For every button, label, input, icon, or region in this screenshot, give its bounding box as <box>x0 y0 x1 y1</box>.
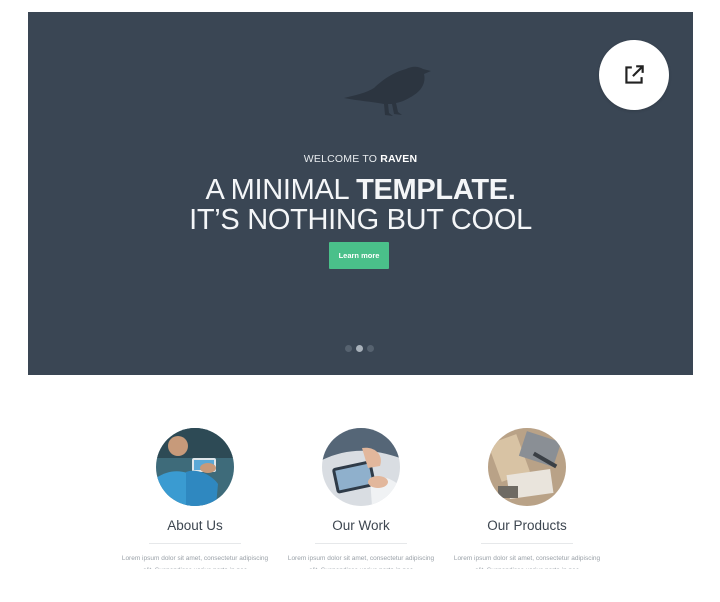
divider <box>315 543 407 544</box>
slide-dot-3[interactable] <box>367 345 374 352</box>
hero-headline: A MINIMAL TEMPLATE. IT’S NOTHING BUT COO… <box>28 175 693 235</box>
raven-logo-icon <box>344 66 431 116</box>
headline-bold: TEMPLATE. <box>356 174 516 206</box>
slider-pagination <box>345 345 374 352</box>
feature-title: Our Products <box>487 518 567 533</box>
slide-dot-1[interactable] <box>345 345 352 352</box>
open-in-new-icon <box>625 65 644 84</box>
feature-about-us: About Us Lorem ipsum dolor sit amet, con… <box>110 428 280 569</box>
welcome-prefix: WELCOME TO <box>303 153 381 165</box>
hero-slider: WELCOME TO RAVEN A MINIMAL TEMPLATE. IT’… <box>28 12 693 375</box>
feature-title: Our Work <box>332 518 390 533</box>
phone-in-hands-photo <box>156 428 234 506</box>
feature-title: About Us <box>167 518 223 533</box>
feature-text: Lorem ipsum dolor sit amet, consectetur … <box>121 555 269 569</box>
learn-more-button[interactable]: Learn more <box>329 242 389 269</box>
stationery-desk-photo <box>488 428 566 506</box>
open-in-new-button[interactable] <box>599 40 669 110</box>
feature-our-products: Our Products Lorem ipsum dolor sit amet,… <box>442 428 612 569</box>
headline-light: A MINIMAL <box>205 174 357 206</box>
headline-line-2: IT’S NOTHING BUT COOL <box>189 204 532 236</box>
divider <box>481 543 573 544</box>
feature-our-work: Our Work Lorem ipsum dolor sit amet, con… <box>276 428 446 569</box>
divider <box>149 543 241 544</box>
bottom-fade <box>0 572 720 602</box>
feature-text: Lorem ipsum dolor sit amet, consectetur … <box>453 555 601 569</box>
welcome-brand: RAVEN <box>380 153 418 165</box>
feature-text: Lorem ipsum dolor sit amet, consectetur … <box>287 555 435 569</box>
welcome-text: WELCOME TO RAVEN <box>28 153 693 165</box>
tablet-in-hands-photo <box>322 428 400 506</box>
headline-line-1: A MINIMAL TEMPLATE. <box>28 175 693 205</box>
slide-dot-2[interactable] <box>356 345 363 352</box>
